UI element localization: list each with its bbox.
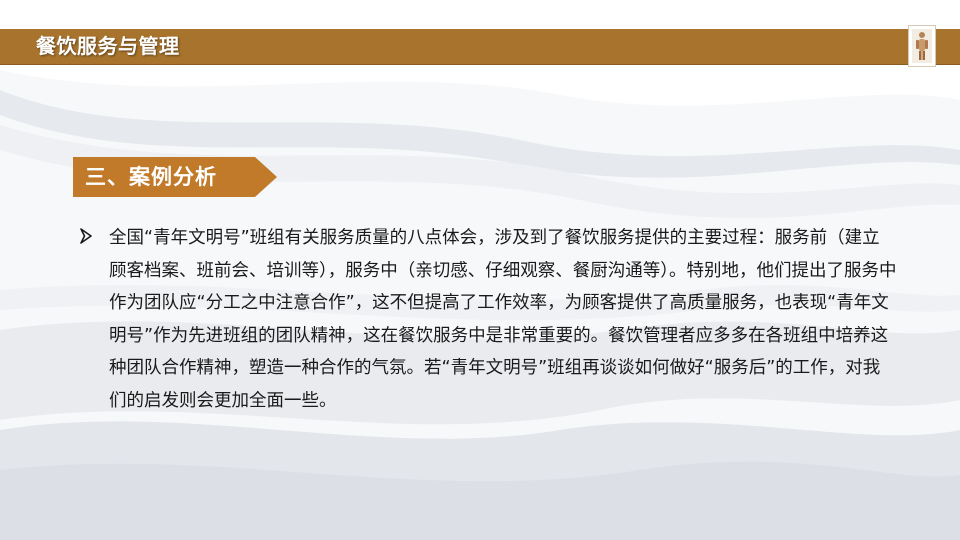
logo-figure-icon: [912, 29, 932, 63]
case-paragraph: 全国“青年文明号”班组有关服务质量的八点体会，涉及到了餐饮服务提供的主要过程：服…: [109, 228, 897, 411]
page-title: 餐饮服务与管理: [36, 34, 180, 58]
section-heading: 三、案例分析: [73, 157, 277, 197]
title-bar: 餐饮服务与管理: [0, 29, 960, 65]
arrow-bullet-icon: [80, 228, 92, 244]
section-heading-text: 三、案例分析: [85, 165, 217, 189]
logo: [908, 25, 936, 67]
